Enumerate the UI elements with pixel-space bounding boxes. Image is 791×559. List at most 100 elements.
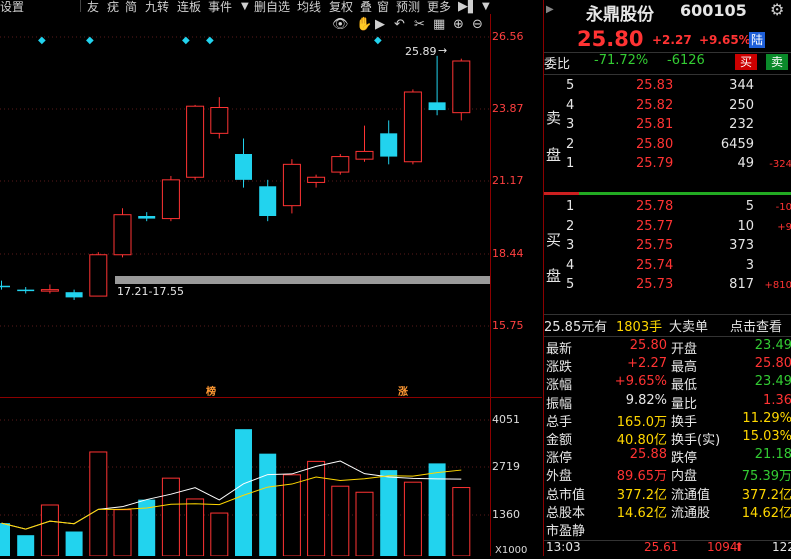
orderbook-row[interactable]: 2 25.77 10 +9 (544, 219, 791, 238)
toolbar-item-1[interactable]: 友 (87, 0, 99, 15)
stat-value: 14.62亿 (616, 505, 667, 521)
orderbook-row[interactable]: 3 25.75 373 (544, 238, 791, 257)
candle-body (282, 163, 301, 207)
orderbook-price: 25.81 (636, 117, 674, 132)
candle-body (235, 154, 252, 180)
toolbar-more[interactable]: 更多 (427, 0, 451, 15)
candle-body (259, 186, 277, 216)
signal-marker-icon: ◆ (86, 35, 94, 46)
orderbook-row[interactable]: 1 25.78 5 -10 (544, 199, 791, 218)
candle-body (428, 102, 446, 111)
weibi-value: -71.72% (594, 53, 649, 68)
current-price: 25.80 (577, 27, 644, 51)
volume-bar (235, 429, 252, 556)
up-arrow-icon: ⬆ (734, 540, 745, 554)
candle (235, 138, 252, 188)
orderbook-row[interactable]: 1 25.79 49 -324 (544, 156, 791, 175)
toolbar-limit-board[interactable]: 连板 (177, 0, 201, 15)
volume-unit-label: X1000 (495, 545, 528, 556)
expand-icon[interactable]: ▶ (546, 4, 554, 15)
collapse-panel-icon[interactable]: ▶▌ (458, 0, 478, 14)
orderbook-level: 4 (566, 257, 575, 273)
orderbook-level: 1 (566, 156, 575, 171)
orderbook-price: 25.75 (636, 238, 674, 253)
high-price-annotation: 25.89 (405, 45, 437, 58)
toolbar-moving-average[interactable]: 均线 (297, 0, 321, 15)
orderbook-volume: 344 (729, 78, 754, 93)
stat-row: 涨幅 +9.65% 最低 23.49 (544, 374, 791, 393)
orderbook-row[interactable]: 2 25.80 6459 (544, 137, 791, 156)
toolbar-window[interactable]: 窗 (377, 0, 389, 15)
candle-body (113, 214, 132, 256)
stat-value: 15.03% (742, 429, 791, 444)
orderbook-row[interactable]: 5 25.83 344 (544, 78, 791, 97)
toolbar-forecast[interactable]: 预测 (396, 0, 420, 15)
stat-label: 总市值 (546, 487, 586, 503)
stat-row: 振幅 9.82% 量比 1.36 (544, 393, 791, 412)
buy-button[interactable]: 买 (735, 54, 757, 70)
stat-value: 377.2亿 (741, 487, 791, 503)
stat-value: 1.36 (763, 392, 791, 408)
last-trade-volume: 1803手 (616, 320, 663, 335)
candle-body (210, 107, 229, 134)
toolbar-adjust[interactable]: 复权 (329, 0, 353, 15)
stat-row: 金额 40.80亿 换手(实) 15.03% (544, 429, 791, 448)
view-detail-link[interactable]: 点击查看 (730, 316, 782, 335)
toolbar-overlay[interactable]: 叠 (360, 0, 372, 15)
chevron-down-icon[interactable]: ▼ (482, 0, 490, 14)
volume-bar (428, 463, 446, 556)
toolbar-events[interactable]: 事件 (208, 0, 232, 15)
big-order-label: 大卖单 (669, 320, 709, 335)
candle-body (138, 216, 156, 219)
volume-bar (331, 485, 350, 556)
toolbar-item-2[interactable]: 疣 (107, 0, 119, 15)
candle (40, 284, 59, 294)
volume-bar (355, 491, 374, 556)
volume-bar (380, 470, 398, 556)
candle-body (0, 285, 10, 288)
candle (380, 120, 398, 165)
orderbook-level: 2 (566, 218, 575, 234)
gear-icon[interactable]: ⚙ (770, 0, 784, 19)
sell-button[interactable]: 卖 (766, 54, 788, 70)
stat-label: 内盘 (671, 469, 698, 485)
stat-value: 25.80 (754, 356, 791, 372)
orderbook-price: 25.79 (636, 156, 674, 171)
stat-value: 25.80 (629, 338, 667, 353)
stat-label: 最新 (546, 342, 573, 357)
price-axis-label: 26.56 (492, 30, 524, 43)
candle-body (355, 150, 374, 160)
stat-row: 外盘 89.65万 内盘 75.39万 (544, 465, 791, 484)
orderbook-row[interactable]: 4 25.74 3 (544, 258, 791, 277)
orderbook-row[interactable]: 3 25.81 232 (544, 117, 791, 136)
tick-time: 13:03 (546, 540, 581, 554)
candle-body (65, 292, 83, 298)
orderbook-row[interactable]: 5 25.73 817 +810 (544, 277, 791, 296)
candle (89, 252, 108, 297)
volume-bar (186, 498, 205, 556)
sell-pressure-bar (579, 192, 791, 195)
orderbook-level: 5 (566, 277, 575, 292)
stat-value: 14.62亿 (741, 505, 791, 521)
toolbar-nine-turn[interactable]: 九转 (145, 0, 169, 15)
divider (544, 74, 791, 75)
stat-value: +2.27 (627, 356, 667, 372)
orderbook-delta: +810 (764, 280, 791, 291)
volume-bar (161, 477, 180, 556)
kline-chart[interactable] (0, 14, 542, 556)
toolbar-settings[interactable]: 设置 (0, 0, 24, 15)
orderbook-volume: 817 (729, 277, 754, 292)
dropdown-arrow-icon[interactable]: ▼ (241, 0, 249, 14)
orderbook-delta: +9 (777, 221, 791, 233)
stat-label: 最低 (671, 378, 698, 394)
stat-value: 23.49 (754, 374, 791, 390)
orderbook-volume: 5 (745, 199, 754, 214)
axis-divider (490, 14, 491, 556)
toolbar-remove-watch[interactable]: 删自选 (254, 0, 290, 15)
orderbook-row[interactable]: 4 25.82 250 (544, 98, 791, 117)
candle-body (307, 176, 326, 183)
toolbar-item-3[interactable]: 简 (125, 0, 137, 15)
candle (210, 97, 229, 139)
tick-volume: 1094 (707, 540, 738, 554)
volume-axis-label: 1360 (492, 508, 520, 521)
